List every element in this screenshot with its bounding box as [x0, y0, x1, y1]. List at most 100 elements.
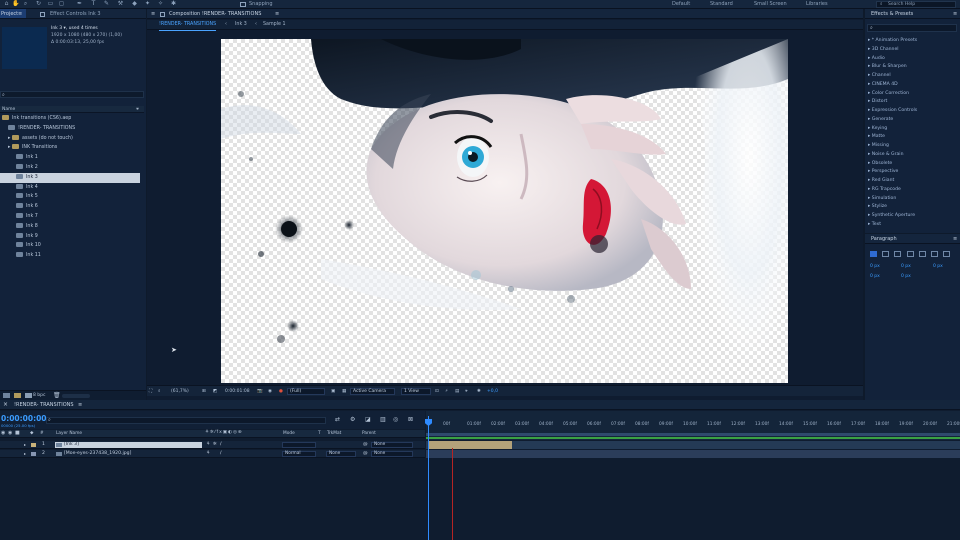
project-item[interactable]: Ink 9	[0, 232, 140, 242]
effects-presets-tab[interactable]: Effects & Presets	[871, 9, 913, 19]
snapshot-icon[interactable]: 📷	[257, 386, 263, 397]
justify-all-icon[interactable]	[943, 251, 950, 257]
shy-switch-icon[interactable]: ⚘	[206, 450, 210, 458]
shy-switch-icon[interactable]: ⚘	[206, 441, 210, 449]
type-tool-icon[interactable]: T	[90, 1, 97, 7]
space-after-field[interactable]: 0 px	[901, 274, 911, 279]
project-item[interactable]: Ink 2	[0, 163, 140, 173]
breadcrumb-ink-3[interactable]: Ink 3	[235, 20, 247, 30]
timeline-icon[interactable]: ▤	[455, 386, 459, 397]
effect-controls-lock-icon[interactable]	[40, 12, 45, 17]
parent-pickwhip-icon[interactable]: @	[363, 441, 368, 449]
pan-behind-tool-icon[interactable]: ◻	[58, 1, 65, 7]
effect-category[interactable]: ▸ Audio	[868, 56, 885, 61]
comp-mini-flowchart-icon[interactable]: ⇄	[335, 416, 340, 423]
project-item[interactable]: Ink transitions (CS6).aep	[0, 114, 140, 124]
mode-column[interactable]: Mode	[283, 431, 295, 436]
layer-name-column[interactable]: Layer Name	[56, 431, 82, 436]
work-area-bar[interactable]	[426, 433, 960, 436]
project-item[interactable]: Ink 7	[0, 212, 140, 222]
effect-category[interactable]: ▸ Keying	[868, 126, 887, 131]
project-item[interactable]: Ink 3	[0, 172, 140, 183]
current-time-indicator[interactable]	[428, 416, 429, 540]
align-left-icon[interactable]	[870, 251, 877, 257]
lock-icon[interactable]	[160, 12, 165, 17]
workspace-small-screen[interactable]: Small Screen	[754, 0, 787, 9]
puppet-tool-icon[interactable]: ✧	[157, 1, 164, 7]
zoom-tool-icon[interactable]: ⌕	[22, 1, 29, 7]
name-column-label[interactable]: Name	[2, 107, 15, 112]
thumbnail-size-slider[interactable]	[62, 394, 90, 398]
help-search-input[interactable]: ⌕ Search Help	[876, 1, 956, 8]
home-icon[interactable]: ⌂	[3, 1, 10, 7]
effect-category[interactable]: ▸ Simulation	[868, 196, 896, 201]
align-center-icon[interactable]	[882, 251, 889, 257]
effect-category[interactable]: ▸ * Animation Presets	[868, 38, 917, 43]
composition-tab[interactable]: Composition !RENDER- TRANSITIONS	[169, 9, 261, 19]
interpret-footage-icon[interactable]	[3, 393, 10, 398]
effect-category[interactable]: ▸ Channel	[868, 73, 891, 78]
camera-dropdown[interactable]: Active Camera	[350, 388, 395, 395]
pen-tool-icon[interactable]: ✒	[76, 1, 83, 7]
region-of-interest-icon[interactable]: ▣	[331, 386, 335, 397]
flowchart-icon[interactable]: ⚹	[465, 386, 468, 397]
breadcrumb-render-transitions[interactable]: !RENDER- TRANSITIONS	[159, 20, 217, 31]
effect-category[interactable]: ▸ Expression Controls	[868, 108, 917, 113]
panel-menu-icon[interactable]: ≡	[151, 9, 155, 19]
layer-label-color[interactable]	[31, 452, 36, 456]
pin-tool-icon[interactable]: ✱	[170, 1, 177, 7]
snapping-checkbox[interactable]	[240, 2, 246, 7]
layer-row[interactable]: ▸ 2 [Moe-eyes-237438_1920.jpg] ⚘ / Norma…	[0, 450, 425, 458]
timeline-tab[interactable]: !RENDER- TRANSITIONS	[14, 400, 74, 410]
project-search-input[interactable]: ⌕	[0, 91, 144, 98]
panel-menu-icon[interactable]: ≡	[953, 234, 957, 244]
selection-tool-icon[interactable]: ▭	[47, 1, 54, 7]
workspace-default[interactable]: Default	[672, 0, 690, 9]
trkmat-dropdown[interactable]: None	[326, 451, 356, 457]
indent-left-field[interactable]: 0 px	[870, 264, 880, 269]
panel-menu-icon[interactable]: ≡	[78, 400, 82, 410]
indent-right-field[interactable]: 0 px	[901, 264, 911, 269]
project-item[interactable]: Ink 4	[0, 183, 140, 193]
quality-switch-icon[interactable]: /	[220, 450, 222, 458]
mode-dropdown[interactable]: Normal	[282, 451, 316, 457]
parent-column[interactable]: Parent	[362, 431, 376, 436]
effect-category[interactable]: ▸ 3D Channel	[868, 47, 899, 52]
panel-menu-icon[interactable]: ≡	[275, 9, 279, 19]
effect-category[interactable]: ▸ Stylize	[868, 204, 887, 209]
mask-visibility-icon[interactable]: ◩	[213, 386, 217, 397]
indent-first-line-field[interactable]: 0 px	[933, 264, 943, 269]
justify-last-center-icon[interactable]	[919, 251, 926, 257]
motion-blur-icon[interactable]: ◎	[393, 416, 398, 423]
transparency-grid-icon[interactable]: ▦	[342, 386, 346, 397]
layer-duration-bar-1[interactable]	[428, 441, 512, 449]
project-item[interactable]: Ink 5	[0, 192, 140, 202]
effect-category[interactable]: ▸ Matte	[868, 134, 885, 139]
bpc-label[interactable]: 8 bpc	[33, 393, 45, 398]
justify-last-left-icon[interactable]	[907, 251, 914, 257]
mode-dropdown[interactable]	[282, 442, 316, 448]
expand-arrow-icon[interactable]: ▸	[24, 441, 26, 449]
effect-category[interactable]: ▸ Noise & Grain	[868, 152, 903, 157]
layer-row[interactable]: ▸ 1 [Ink 3] ⚘ ✲ / @ None	[0, 441, 425, 449]
rotate-tool-icon[interactable]: ↻	[35, 1, 42, 7]
project-item[interactable]: ▸ assets (do not touch)	[0, 134, 140, 144]
show-channel-icon[interactable]: ◉	[268, 386, 272, 397]
effect-category[interactable]: ▸ Generate	[868, 117, 893, 122]
effect-category[interactable]: ▸ Obsolete	[868, 161, 892, 166]
layer-name[interactable]: [Ink 3]	[64, 441, 79, 449]
layer-label-color[interactable]	[31, 443, 36, 447]
layer-search-input[interactable]	[46, 417, 326, 424]
effect-category[interactable]: ▸ Synthetic Aperture	[868, 213, 915, 218]
layer-track-2[interactable]	[426, 450, 960, 458]
quality-switch-icon[interactable]: /	[220, 441, 222, 449]
draft-3d-icon[interactable]: ⚙	[350, 416, 355, 423]
project-item[interactable]: ▸ INK Transitions	[0, 143, 140, 153]
video-switch-icon[interactable]: ◉	[1, 430, 5, 436]
composition-viewer[interactable]	[221, 39, 788, 383]
layer-name[interactable]: [Moe-eyes-237438_1920.jpg]	[64, 450, 131, 458]
workspace-libraries[interactable]: Libraries	[806, 0, 828, 9]
effect-category[interactable]: ▸ Perspective	[868, 169, 898, 174]
panel-menu-icon[interactable]: ≡	[953, 9, 957, 19]
audio-switch-icon[interactable]: ◉	[8, 430, 12, 436]
